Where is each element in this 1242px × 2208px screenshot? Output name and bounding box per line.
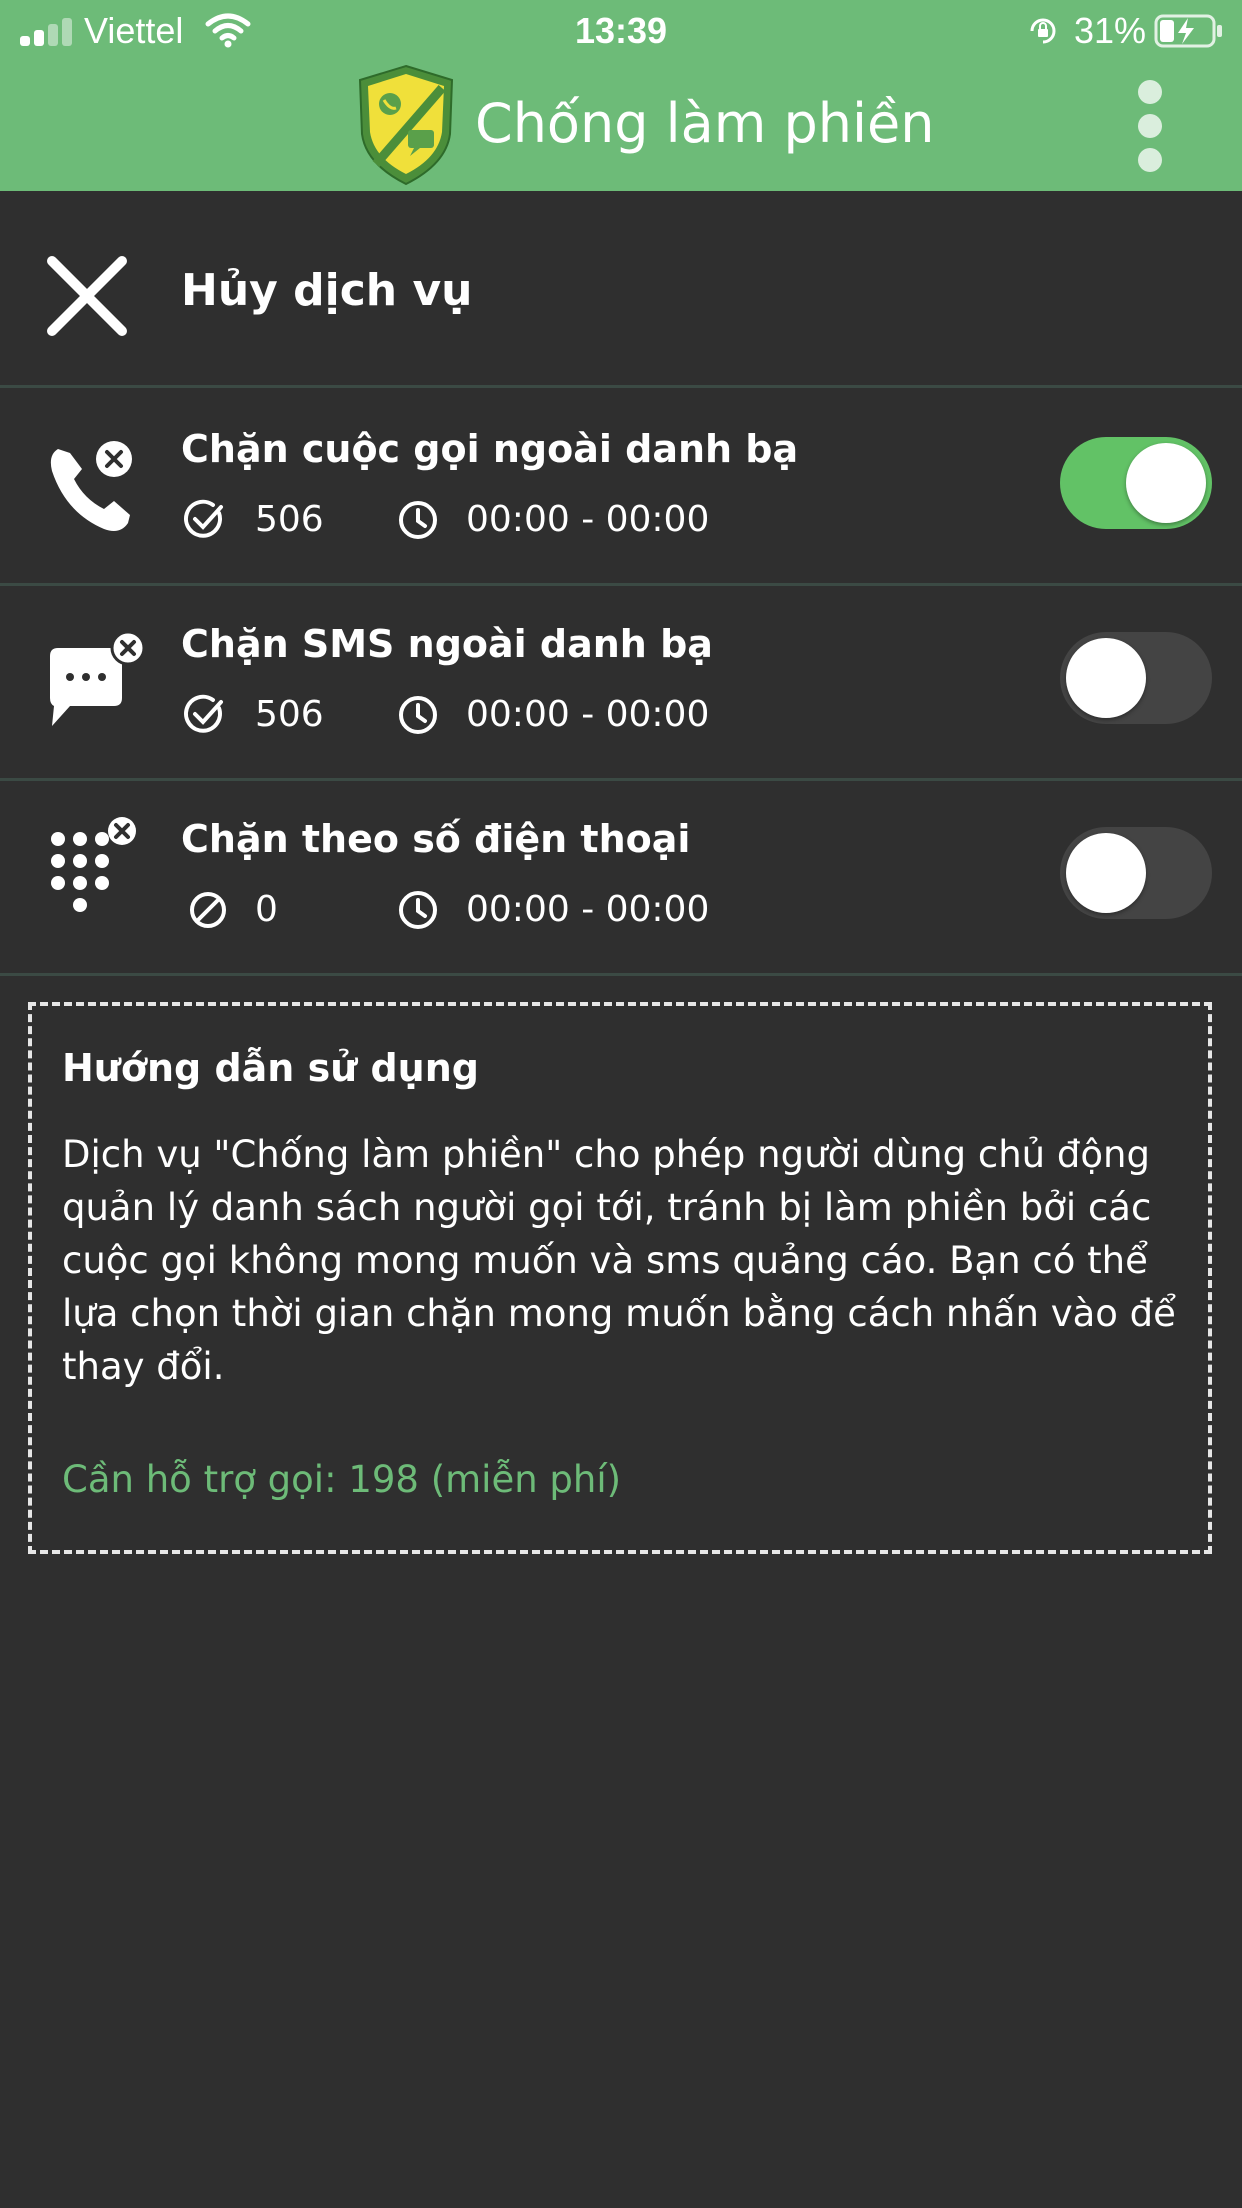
service-row-number-block[interactable]: Chặn theo số điện thoại 0 00:00 - 00:00 <box>0 781 1242 976</box>
clock-icon <box>399 891 437 929</box>
close-icon <box>47 256 127 336</box>
blocked-count: 506 <box>255 694 324 735</box>
service-meta: 506 00:00 - 00:00 <box>181 495 741 545</box>
support-hotline-link[interactable]: Cần hỗ trợ gọi: 198 (miễn phí) <box>62 1458 621 1501</box>
number-block-toggle[interactable] <box>1060 827 1212 919</box>
more-menu-button[interactable] <box>1130 80 1170 172</box>
clock-icon <box>399 501 437 539</box>
service-title: Chặn cuộc gọi ngoài danh bạ <box>181 427 799 471</box>
battery-percent: 31% <box>1074 10 1147 51</box>
block-circle-icon <box>190 892 226 928</box>
app-logo-icon <box>358 64 454 186</box>
check-circle-icon <box>184 499 223 538</box>
time-range[interactable]: 00:00 - 00:00 <box>466 889 709 930</box>
page-title: Chống làm phiền <box>475 92 935 155</box>
status-bar: Viettel 13:39 31% <box>0 0 1242 62</box>
service-title: Chặn SMS ngoài danh bạ <box>181 622 713 666</box>
sms-block-icon <box>50 630 144 726</box>
toggle-knob <box>1126 443 1206 523</box>
service-row-call-block[interactable]: Chặn cuộc gọi ngoài danh bạ 506 00:00 - … <box>0 391 1242 586</box>
time-range[interactable]: 00:00 - 00:00 <box>466 694 709 735</box>
orientation-lock-icon <box>1030 18 1056 44</box>
usage-guide-box: Hướng dẫn sử dụng Dịch vụ "Chống làm phi… <box>28 1002 1212 1554</box>
guide-title: Hướng dẫn sử dụng <box>62 1046 479 1090</box>
call-block-toggle[interactable] <box>1060 437 1212 529</box>
sms-block-toggle[interactable] <box>1060 632 1212 724</box>
guide-body: Dịch vụ "Chống làm phiền" cho phép người… <box>62 1133 1176 1388</box>
blocked-count: 506 <box>255 499 324 540</box>
time-range[interactable]: 00:00 - 00:00 <box>466 499 709 540</box>
app-header: Viettel 13:39 31% Chống làm phiền <box>0 0 1242 191</box>
check-circle-icon <box>184 694 223 733</box>
service-meta: 506 00:00 - 00:00 <box>181 690 741 740</box>
service-meta: 0 00:00 - 00:00 <box>181 885 741 935</box>
cancel-service-row[interactable]: Hủy dịch vụ <box>0 191 1242 388</box>
service-title: Chặn theo số điện thoại <box>181 817 691 861</box>
dialpad-block-icon <box>51 817 136 912</box>
service-row-sms-block[interactable]: Chặn SMS ngoài danh bạ 506 00:00 - 00:00 <box>0 586 1242 781</box>
toggle-knob <box>1066 638 1146 718</box>
clock-icon <box>399 696 437 734</box>
battery-icon <box>1154 14 1222 48</box>
phone-block-icon <box>50 441 132 531</box>
toggle-knob <box>1066 833 1146 913</box>
cancel-service-label: Hủy dịch vụ <box>181 265 473 316</box>
blocked-count: 0 <box>255 889 278 930</box>
